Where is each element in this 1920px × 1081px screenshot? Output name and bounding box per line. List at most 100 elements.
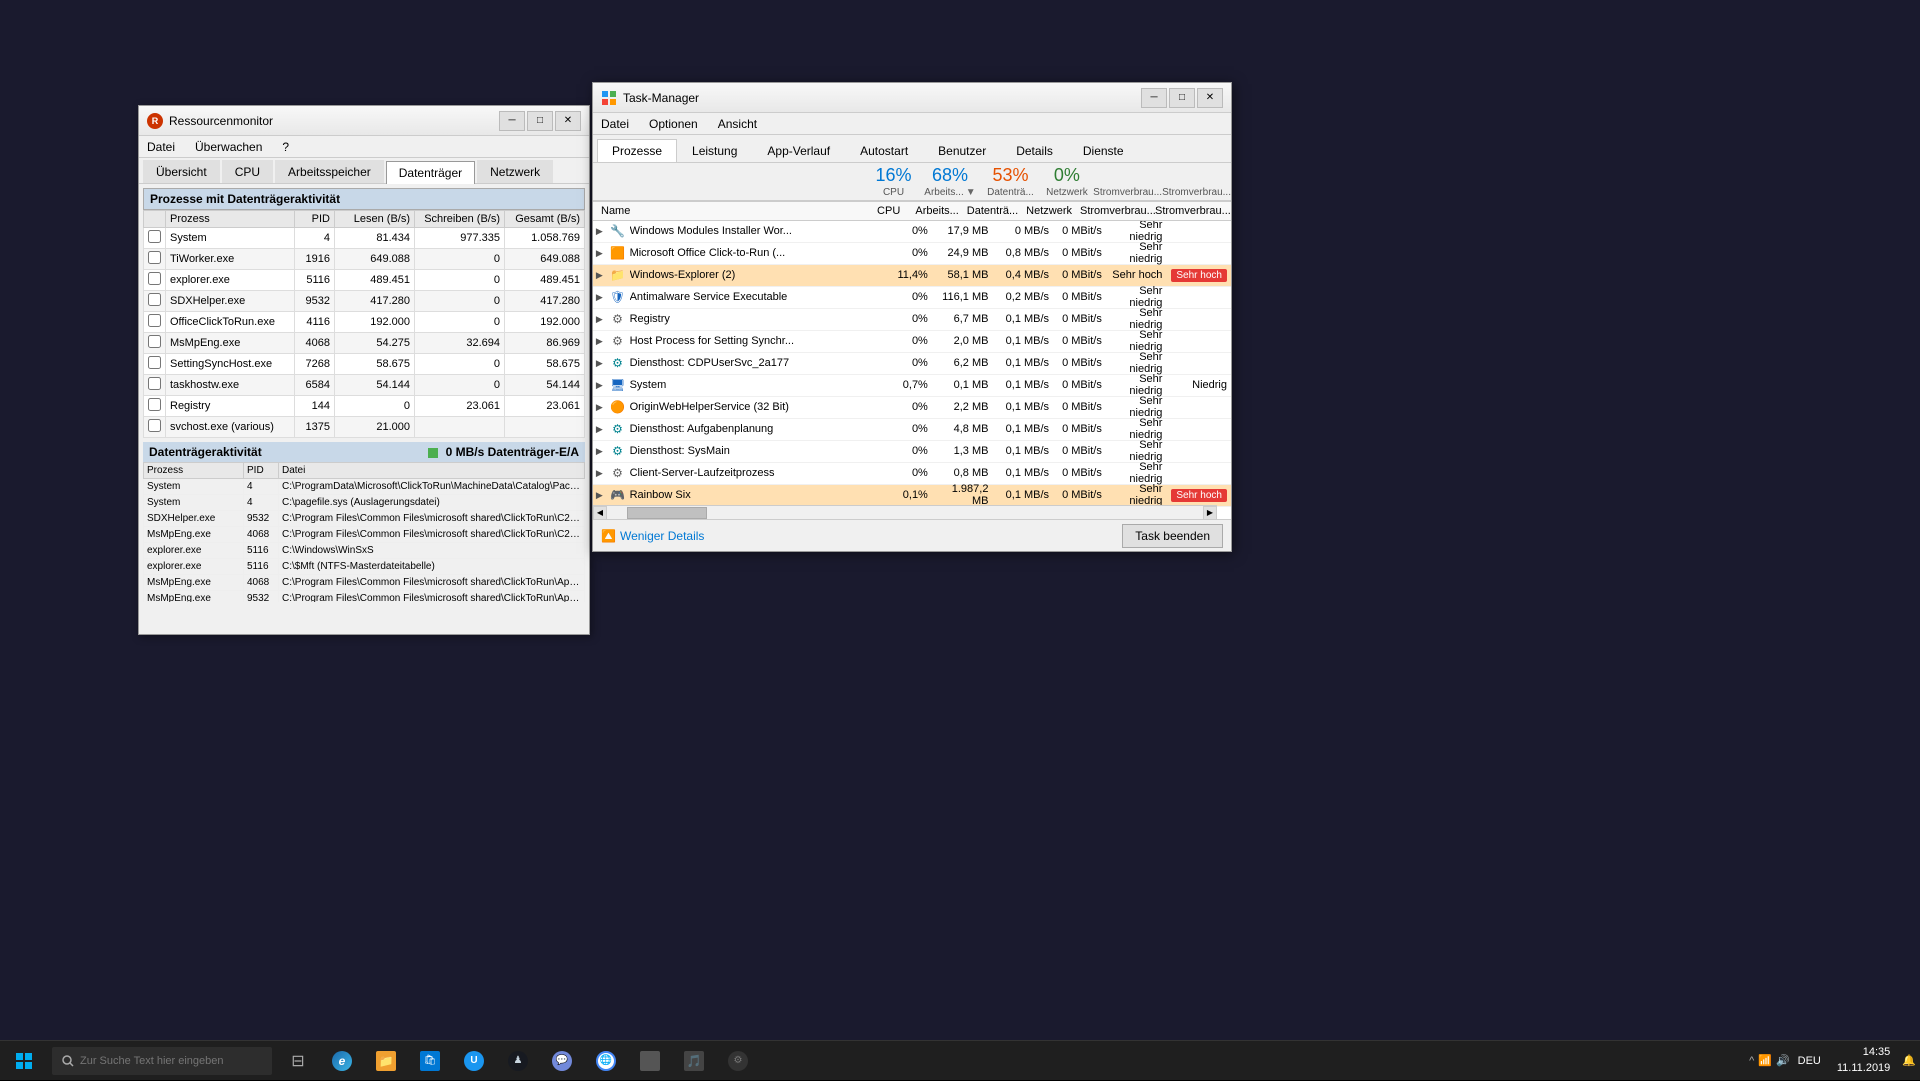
search-input[interactable] (80, 1055, 240, 1067)
taskbar-task-view[interactable]: ⊟ (276, 1041, 320, 1081)
resmon-tab-cpu[interactable]: CPU (222, 160, 273, 183)
tab-details[interactable]: Details (1001, 139, 1068, 162)
proc-checkbox[interactable] (144, 333, 166, 354)
resmon-process-row[interactable]: MsMpEng.exe 4068 54.275 32.694 86.969 (144, 333, 585, 354)
resmon-process-row[interactable]: SDXHelper.exe 9532 417.280 0 417.280 (144, 291, 585, 312)
taskbar-app-misc2[interactable]: 🎵 (672, 1041, 716, 1081)
taskbar-app-chrome[interactable]: 🌐 (584, 1041, 628, 1081)
proc-checkbox[interactable] (144, 354, 166, 375)
taskmgr-menu-ansicht[interactable]: Ansicht (714, 115, 761, 133)
proc-checkbox[interactable] (144, 249, 166, 270)
tab-dienste[interactable]: Dienste (1068, 139, 1139, 162)
process-row[interactable]: ▶ 🟠 OriginWebHelperService (32 Bit) 0% 2… (593, 397, 1231, 419)
proc-checkbox[interactable] (144, 228, 166, 249)
tray-expand[interactable]: ^ (1749, 1055, 1754, 1067)
taskbar-app-store[interactable]: 🛍 (408, 1041, 452, 1081)
process-row[interactable]: ▶ 🎮 Rainbow Six 0,1% 1.987,2 MB 0,1 MB/s… (593, 485, 1231, 507)
proc-expand-btn[interactable]: ▶ (593, 308, 606, 330)
volume-icon[interactable]: 🔊 (1776, 1054, 1790, 1067)
header-net[interactable]: Netzwerk (1022, 203, 1076, 219)
header-pwr1[interactable]: Stromverbrau... (1076, 203, 1151, 219)
tab-autostart[interactable]: Autostart (845, 139, 923, 162)
resmon-process-row[interactable]: SettingSyncHost.exe 7268 58.675 0 58.675 (144, 354, 585, 375)
proc-checkbox[interactable] (144, 396, 166, 417)
proc-expand-btn[interactable]: ▶ (593, 440, 606, 462)
proc-checkbox[interactable] (144, 312, 166, 333)
process-row[interactable]: ▶ ⚙ Host Process for Setting Synchr... 0… (593, 331, 1231, 353)
process-row[interactable]: ▶ ⚙ Registry 0% 6,7 MB 0,1 MB/s 0 MBit/s… (593, 309, 1231, 331)
proc-expand-btn[interactable]: ▶ (593, 396, 606, 418)
resmon-menu-uberwachen[interactable]: Überwachen (191, 138, 266, 156)
resmon-process-row[interactable]: svchost.exe (various) 1375 21.000 (144, 417, 585, 438)
start-button[interactable] (0, 1041, 48, 1081)
horiz-scrollbar[interactable]: ◀ ▶ (593, 505, 1217, 519)
taskmgr-menu-optionen[interactable]: Optionen (645, 115, 702, 133)
taskbar-app-edge[interactable]: e (320, 1041, 364, 1081)
horiz-scroll-thumb[interactable] (627, 507, 707, 519)
proc-expand-btn[interactable]: ▶ (593, 462, 606, 484)
taskbar-app-misc3[interactable]: ⚙ (716, 1041, 760, 1081)
task-beenden-button[interactable]: Task beenden (1122, 524, 1223, 548)
taskmgr-maximize[interactable]: □ (1169, 88, 1195, 108)
tab-app-verlauf[interactable]: App-Verlauf (752, 139, 845, 162)
header-mem[interactable]: Arbeits... (904, 203, 963, 219)
process-row[interactable]: ▶ 🛡 Antimalware Service Executable 0% 11… (593, 287, 1231, 309)
proc-expand-btn[interactable]: ▶ (593, 418, 606, 440)
resmon-tab-arbeit[interactable]: Arbeitsspeicher (275, 160, 384, 183)
proc-expand-btn[interactable]: ▶ (593, 484, 606, 506)
proc-checkbox[interactable] (144, 375, 166, 396)
tab-benutzer[interactable]: Benutzer (923, 139, 1001, 162)
taskbar-app-discord[interactable]: 💬 (540, 1041, 584, 1081)
process-row[interactable]: ▶ ⚙ Client-Server-Laufzeitprozess 0% 0,8… (593, 463, 1231, 485)
tab-prozesse[interactable]: Prozesse (597, 139, 677, 162)
proc-checkbox[interactable] (144, 417, 166, 438)
proc-expand-btn[interactable]: ▶ (593, 330, 606, 352)
taskmgr-close[interactable]: ✕ (1197, 88, 1223, 108)
resmon-maximize[interactable]: □ (527, 111, 553, 131)
proc-checkbox[interactable] (144, 291, 166, 312)
horiz-scroll-right[interactable]: ▶ (1203, 506, 1217, 520)
proc-expand-btn[interactable]: ▶ (593, 352, 606, 374)
proc-expand-btn[interactable]: ▶ (593, 286, 606, 308)
header-cpu[interactable]: CPU (853, 203, 904, 219)
proc-expand-btn[interactable]: ▶ (593, 264, 606, 286)
proc-checkbox[interactable] (144, 270, 166, 291)
process-row[interactable]: ▶ 📁 Windows-Explorer (2) 11,4% 58,1 MB 0… (593, 265, 1231, 287)
resmon-minimize[interactable]: ─ (499, 111, 525, 131)
process-row[interactable]: ▶ ⚙ Diensthost: SysMain 0% 1,3 MB 0,1 MB… (593, 441, 1231, 463)
resmon-tab-netzwerk[interactable]: Netzwerk (477, 160, 553, 183)
process-row[interactable]: ▶ 🔧 Windows Modules Installer Wor... 0% … (593, 221, 1231, 243)
weniger-details-btn[interactable]: 🔼 Weniger Details (601, 529, 704, 543)
resmon-process-row[interactable]: TiWorker.exe 1916 649.088 0 649.088 (144, 249, 585, 270)
header-pwr2[interactable]: Stromverbrau... (1151, 203, 1231, 219)
resmon-process-row[interactable]: taskhostw.exe 6584 54.144 0 54.144 (144, 375, 585, 396)
taskbar-search[interactable] (52, 1047, 272, 1075)
taskmgr-menu-datei[interactable]: Datei (597, 115, 633, 133)
process-row[interactable]: ▶ 🖥 System 0,7% 0,1 MB 0,1 MB/s 0 MBit/s… (593, 375, 1231, 397)
resmon-menu-help[interactable]: ? (278, 138, 293, 156)
resmon-tab-datentr[interactable]: Datenträger (386, 161, 475, 184)
taskmgr-minimize[interactable]: ─ (1141, 88, 1167, 108)
resmon-process-row[interactable]: Registry 144 0 23.061 23.061 (144, 396, 585, 417)
proc-expand-btn[interactable]: ▶ (593, 374, 606, 396)
taskbar-app-explorer[interactable]: 📁 (364, 1041, 408, 1081)
resmon-process-row[interactable]: OfficeClickToRun.exe 4116 192.000 0 192.… (144, 312, 585, 333)
taskbar-app-steam[interactable]: ♟ (496, 1041, 540, 1081)
proc-expand-btn[interactable]: ▶ (593, 242, 606, 264)
tab-leistung[interactable]: Leistung (677, 139, 752, 162)
taskbar-app-misc1[interactable] (628, 1041, 672, 1081)
resmon-tab-ubersicht[interactable]: Übersicht (143, 160, 220, 183)
resmon-menu-datei[interactable]: Datei (143, 138, 179, 156)
process-row[interactable]: ▶ 🟧 Microsoft Office Click-to-Run (... 0… (593, 243, 1231, 265)
resmon-process-row[interactable]: explorer.exe 5116 489.451 0 489.451 (144, 270, 585, 291)
header-name[interactable]: Name (593, 203, 853, 219)
taskbar-app-uplay[interactable]: U (452, 1041, 496, 1081)
resmon-process-row[interactable]: System 4 81.434 977.335 1.058.769 (144, 228, 585, 249)
notifications-icon[interactable]: 🔔 (1902, 1054, 1916, 1067)
process-row[interactable]: ▶ ⚙ Diensthost: Aufgabenplanung 0% 4,8 M… (593, 419, 1231, 441)
horiz-scroll-left[interactable]: ◀ (593, 506, 607, 520)
process-row[interactable]: ▶ ⚙ Diensthost: CDPUserSvc_2a177 0% 6,2 … (593, 353, 1231, 375)
proc-expand-btn[interactable]: ▶ (593, 221, 606, 243)
resmon-close[interactable]: ✕ (555, 111, 581, 131)
header-disk[interactable]: Datenträ... (963, 203, 1022, 219)
